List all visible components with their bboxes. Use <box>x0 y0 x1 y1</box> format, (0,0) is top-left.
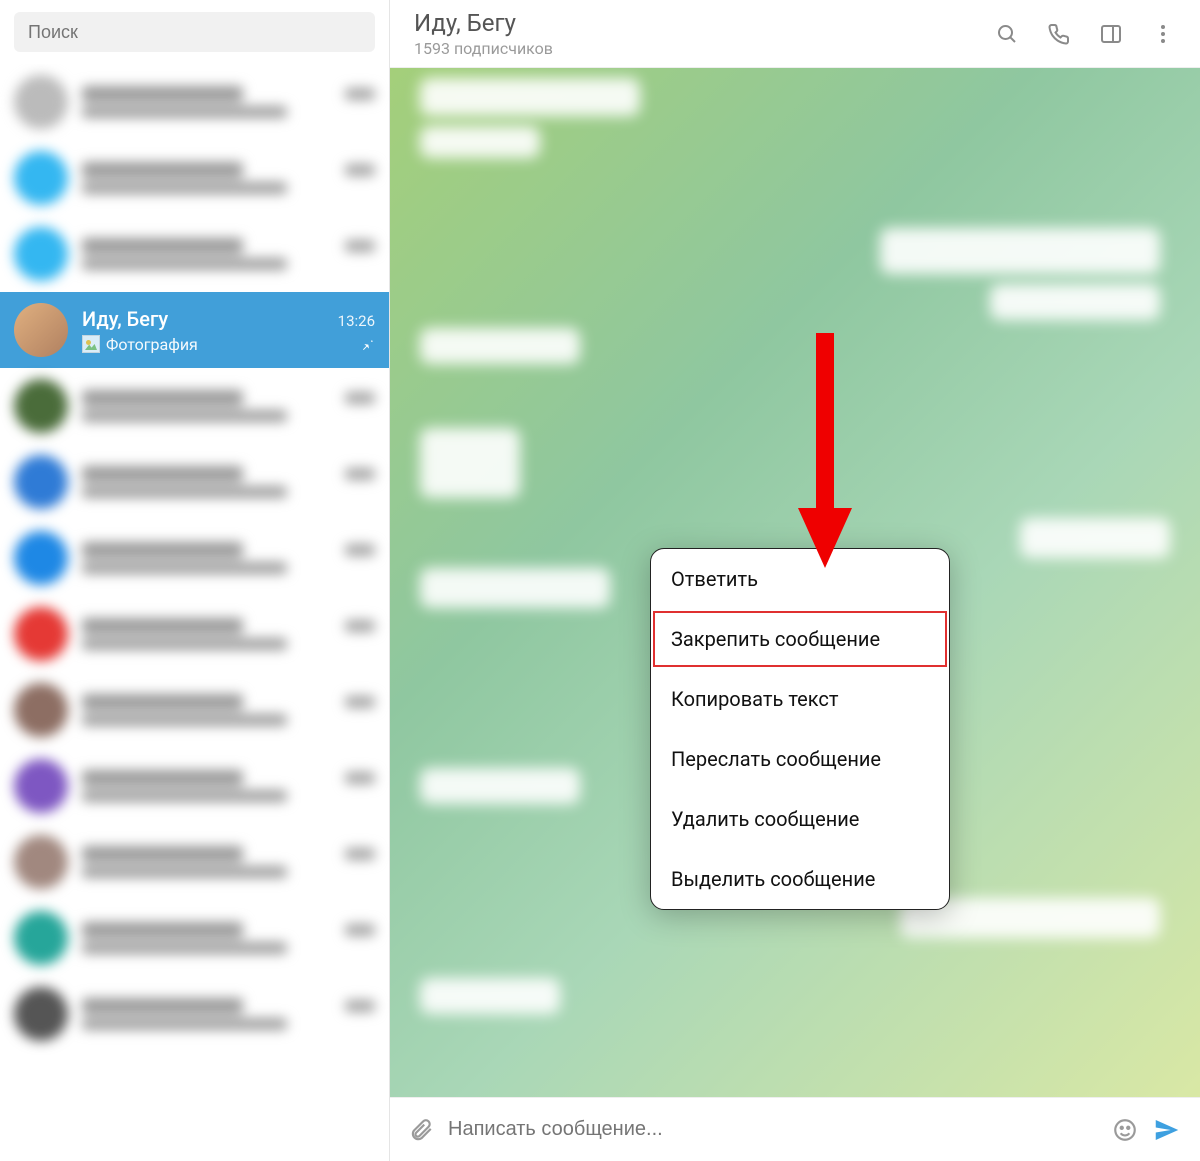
ctx-reply[interactable]: Ответить <box>651 549 949 609</box>
chat-list-item[interactable]: xxx <box>0 140 389 216</box>
chat-header: Иду, Бегу 1593 подписчиков <box>390 0 1200 68</box>
avatar <box>14 303 68 357</box>
send-icon[interactable] <box>1152 1115 1182 1145</box>
message-composer <box>390 1097 1200 1161</box>
chat-list-item[interactable]: xxx <box>0 64 389 140</box>
chat-list-item[interactable]: xxx <box>0 748 389 824</box>
chat-list-item[interactable]: xxx <box>0 596 389 672</box>
sidepanel-icon[interactable] <box>1098 21 1124 47</box>
more-icon[interactable] <box>1150 21 1176 47</box>
chat-subscribers: 1593 подписчиков <box>414 39 982 58</box>
ctx-select[interactable]: Выделить сообщение <box>651 849 949 909</box>
chat-list-item[interactable]: xxx <box>0 672 389 748</box>
chat-list-item[interactable]: xxx <box>0 900 389 976</box>
chat-list-item-active[interactable]: Иду, Бегу 13:26 Фотография <box>0 292 389 368</box>
search-bar <box>0 0 389 64</box>
ctx-copy-text[interactable]: Копировать текст <box>651 669 949 729</box>
pin-icon <box>359 336 375 352</box>
chat-list-item[interactable]: xxx <box>0 444 389 520</box>
context-menu: Ответить Закрепить сообщение Копировать … <box>650 548 950 910</box>
chat-list-item[interactable]: xxx <box>0 824 389 900</box>
emoji-icon[interactable] <box>1112 1117 1138 1143</box>
chat-list-item[interactable]: xxx <box>0 520 389 596</box>
app-root: xxx xxx xxx Иду, Бегу 13:26 Фотография <box>0 0 1200 1161</box>
sidebar: xxx xxx xxx Иду, Бегу 13:26 Фотография <box>0 0 390 1161</box>
message-input[interactable] <box>448 1118 1098 1141</box>
attach-icon[interactable] <box>408 1117 434 1143</box>
chat-preview-text: Фотография <box>106 335 198 354</box>
chat-name: Иду, Бегу <box>82 307 168 331</box>
chat-list-item[interactable]: xxx <box>0 368 389 444</box>
ctx-delete[interactable]: Удалить сообщение <box>651 789 949 849</box>
annotation-arrow-icon <box>790 333 860 573</box>
chat-main: Иду, Бегу 1593 подписчиков <box>390 0 1200 1161</box>
ctx-pin-message[interactable]: Закрепить сообщение <box>651 609 949 669</box>
chat-list-item[interactable]: xxx <box>0 976 389 1052</box>
search-icon[interactable] <box>994 21 1020 47</box>
chat-list-item[interactable]: xxx <box>0 216 389 292</box>
ctx-forward[interactable]: Переслать сообщение <box>651 729 949 789</box>
chat-area[interactable]: Ответить Закрепить сообщение Копировать … <box>390 68 1200 1097</box>
chat-preview: Фотография <box>82 335 198 354</box>
chat-time: 13:26 <box>338 312 375 330</box>
call-icon[interactable] <box>1046 21 1072 47</box>
search-input[interactable] <box>14 12 375 52</box>
chat-title[interactable]: Иду, Бегу <box>414 9 982 37</box>
photo-icon <box>82 335 100 353</box>
chat-list[interactable]: xxx xxx xxx Иду, Бегу 13:26 Фотография <box>0 64 389 1161</box>
